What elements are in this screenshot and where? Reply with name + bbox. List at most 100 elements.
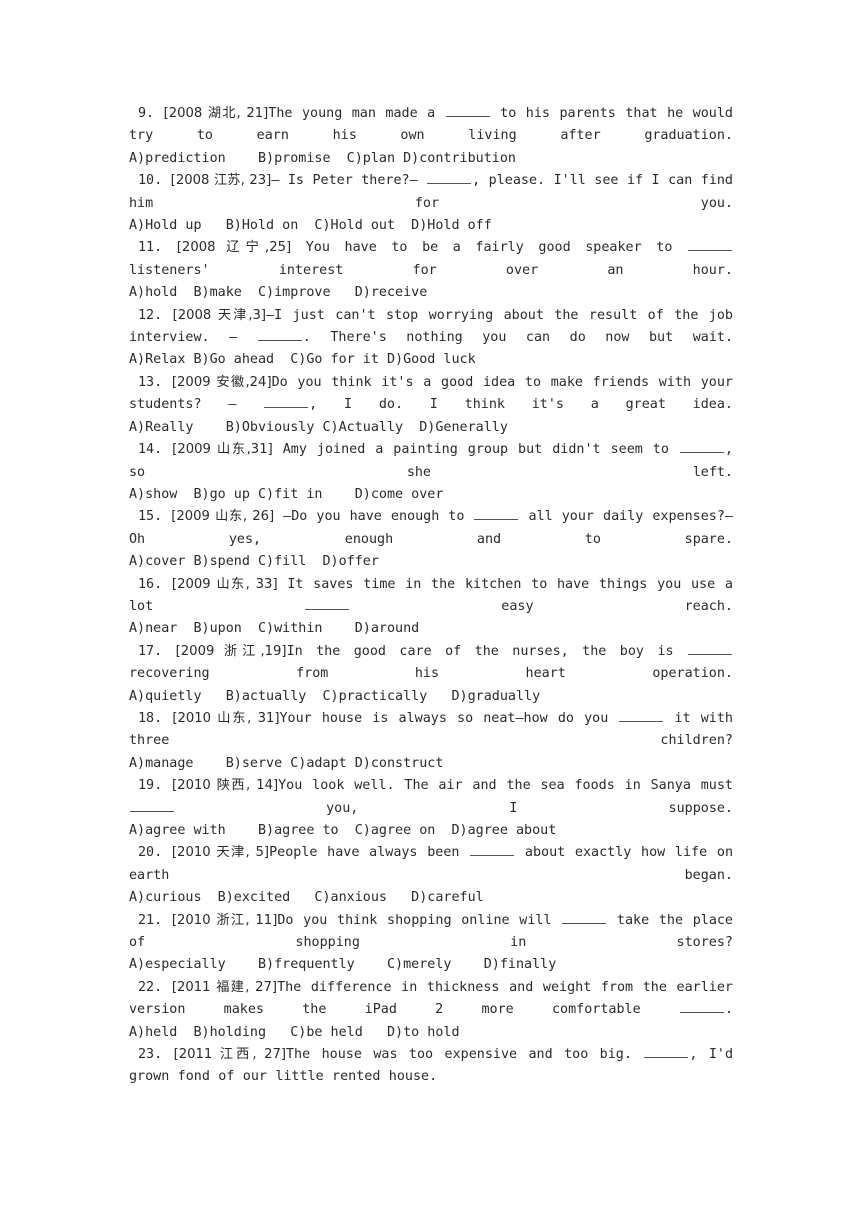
question-item: 20. [2010 天津, 5]People have always been … bbox=[129, 842, 733, 909]
question-number: 9. bbox=[138, 106, 155, 121]
question-stem: 9. [2008 湖北, 21]The young man made a to … bbox=[129, 103, 733, 148]
question-stem: 12. [2008 天津,3]—I just can't stop worryi… bbox=[129, 305, 733, 350]
question-options[interactable]: A)near B)upon C)within D)around bbox=[129, 618, 733, 640]
question-source: [2010 浙江, 11] bbox=[171, 912, 278, 928]
answer-blank[interactable] bbox=[687, 239, 732, 252]
question-stem: 22. [2011 福建, 27]The difference in thick… bbox=[129, 977, 733, 1022]
question-source: [2011 江西, 27] bbox=[173, 1047, 286, 1063]
answer-blank[interactable] bbox=[470, 844, 515, 857]
question-source: [2008 辽宁,25] bbox=[176, 240, 292, 256]
question-item: 12. [2008 天津,3]—I just can't stop worryi… bbox=[129, 305, 733, 372]
question-number: 20. bbox=[138, 845, 163, 861]
question-text-after: listeners' interest for over an hour. bbox=[129, 262, 733, 278]
question-text-after: . bbox=[724, 1002, 733, 1018]
question-item: 22. [2011 福建, 27]The difference in thick… bbox=[129, 977, 733, 1044]
answer-blank[interactable] bbox=[305, 598, 350, 610]
question-number: 22. bbox=[138, 979, 163, 995]
question-stem: 20. [2010 天津, 5]People have always been … bbox=[129, 842, 733, 887]
question-options[interactable]: A)hold B)make C)improve D)receive bbox=[129, 282, 733, 304]
question-number: 23. bbox=[138, 1047, 163, 1063]
question-text-before: — Is Peter there?— bbox=[271, 173, 427, 189]
question-source: [2008 天津,3] bbox=[172, 307, 267, 323]
question-text-before: You have to be a fairly good speaker to bbox=[291, 240, 687, 256]
answer-blank[interactable] bbox=[445, 105, 490, 117]
question-options[interactable]: A)Relax B)Go ahead C)Go for it D)Good lu… bbox=[129, 349, 733, 371]
question-item: 18. [2010 山东, 31]Your house is always so… bbox=[129, 708, 733, 775]
question-text-after: you, I suppose. bbox=[175, 800, 733, 816]
question-options[interactable]: A)prediction B)promise C)plan D)contribu… bbox=[129, 148, 733, 170]
question-number: 14. bbox=[138, 442, 163, 458]
question-text-after: , I do. I think it's a great idea. bbox=[309, 397, 733, 413]
question-stem: 17. [2009 浙江,19]In the good care of the … bbox=[129, 641, 733, 686]
question-source: [2009 山东,31] bbox=[172, 442, 273, 458]
question-number: 18. bbox=[138, 710, 163, 726]
question-item: 9. [2008 湖北, 21]The young man made a to … bbox=[129, 103, 733, 170]
answer-blank[interactable] bbox=[619, 710, 664, 722]
question-options[interactable]: A)Really B)Obviously C)Actually D)Genera… bbox=[129, 417, 733, 439]
question-source: [2008 江苏, 23] bbox=[170, 173, 272, 189]
question-text-before: Your house is always so neat—how do you bbox=[279, 710, 619, 726]
question-text-before: The house was too expensive and too big. bbox=[286, 1047, 644, 1063]
question-text-before: You look well. The air and the sea foods… bbox=[278, 778, 733, 794]
answer-blank[interactable] bbox=[679, 441, 724, 454]
question-number: 12. bbox=[138, 307, 163, 323]
question-options[interactable]: A)agree with B)agree to C)agree on D)agr… bbox=[129, 820, 733, 842]
question-options[interactable]: A)held B)holding C)be held D)to hold bbox=[129, 1022, 733, 1044]
question-item: 23. [2011 江西, 27]The house was too expen… bbox=[129, 1044, 733, 1089]
question-options[interactable]: A)especially B)frequently C)merely D)fin… bbox=[129, 954, 733, 976]
question-text-before: Do you think shopping online will bbox=[277, 912, 562, 928]
question-options[interactable]: A)manage B)serve C)adapt D)construct bbox=[129, 753, 733, 775]
question-stem: 18. [2010 山东, 31]Your house is always so… bbox=[129, 708, 733, 753]
answer-blank[interactable] bbox=[264, 396, 309, 409]
question-number: 15. bbox=[138, 509, 163, 525]
question-number: 11. bbox=[138, 240, 163, 256]
answer-blank[interactable] bbox=[687, 643, 732, 655]
question-item: 17. [2009 浙江,19]In the good care of the … bbox=[129, 641, 733, 708]
question-text-after: easy reach. bbox=[350, 598, 733, 614]
question-source: [2010 陕西, 14] bbox=[172, 778, 279, 794]
question-text-before: —Do you have enough to bbox=[274, 509, 474, 525]
question-source: [2008 湖北, 21] bbox=[163, 106, 269, 121]
question-text-before: People have always been bbox=[269, 845, 470, 861]
question-source: [2009 安徽,24] bbox=[171, 374, 272, 390]
answer-blank[interactable] bbox=[474, 508, 519, 521]
question-source: [2009 山东, 33] bbox=[171, 576, 278, 592]
question-item: 11. [2008 辽宁,25] You have to be a fairly… bbox=[129, 237, 733, 304]
answer-blank[interactable] bbox=[562, 912, 607, 924]
question-options[interactable]: A)show B)go up C)fit in D)come over bbox=[129, 484, 733, 506]
document-page: 9. [2008 湖北, 21]The young man made a to … bbox=[0, 0, 860, 1216]
question-options[interactable]: A)Hold up B)Hold on C)Hold out D)Hold of… bbox=[129, 215, 733, 237]
answer-blank[interactable] bbox=[257, 329, 302, 342]
question-source: [2011 福建, 27] bbox=[171, 979, 278, 995]
question-options[interactable]: A)curious B)excited C)anxious D)careful bbox=[129, 887, 733, 909]
question-stem: 21. [2010 浙江, 11]Do you think shopping o… bbox=[129, 910, 733, 955]
question-number: 21. bbox=[138, 912, 163, 928]
question-text-after: . There's nothing you can do now but wai… bbox=[302, 330, 734, 346]
question-item: 10. [2008 江苏, 23]— Is Peter there?— , pl… bbox=[129, 170, 733, 237]
question-source: [2009 浙江,19] bbox=[175, 643, 287, 659]
question-stem: 10. [2008 江苏, 23]— Is Peter there?— , pl… bbox=[129, 170, 733, 215]
question-item: 15. [2009 山东, 26] —Do you have enough to… bbox=[129, 506, 733, 573]
question-source: [2009 山东, 26] bbox=[171, 509, 275, 525]
question-options[interactable]: A)cover B)spend C)fill D)offer bbox=[129, 551, 733, 573]
question-stem: 14. [2009 山东,31] Amy joined a painting g… bbox=[129, 439, 733, 484]
question-item: 21. [2010 浙江, 11]Do you think shopping o… bbox=[129, 910, 733, 977]
question-stem: 15. [2009 山东, 26] —Do you have enough to… bbox=[129, 506, 733, 551]
question-number: 17. bbox=[138, 643, 163, 659]
answer-blank[interactable] bbox=[679, 1001, 724, 1014]
question-stem: 13. [2009 安徽,24]Do you think it's a good… bbox=[129, 372, 733, 417]
question-options[interactable]: A)quietly B)actually C)practically D)gra… bbox=[129, 686, 733, 708]
question-number: 16. bbox=[138, 576, 163, 592]
question-stem: 11. [2008 辽宁,25] You have to be a fairly… bbox=[129, 237, 733, 282]
question-stem: 16. [2009 山东, 33] It saves time in the k… bbox=[129, 574, 733, 619]
answer-blank[interactable] bbox=[644, 1046, 689, 1059]
question-text-after: recovering from his heart operation. bbox=[129, 666, 733, 682]
question-item: 13. [2009 安徽,24]Do you think it's a good… bbox=[129, 372, 733, 439]
answer-blank[interactable] bbox=[130, 800, 174, 812]
question-item: 14. [2009 山东,31] Amy joined a painting g… bbox=[129, 439, 733, 506]
question-source: [2010 天津, 5] bbox=[171, 845, 270, 861]
answer-blank[interactable] bbox=[427, 172, 472, 185]
question-stem: 23. [2011 江西, 27]The house was too expen… bbox=[129, 1044, 733, 1089]
question-number: 10. bbox=[138, 173, 163, 189]
question-item: 16. [2009 山东, 33] It saves time in the k… bbox=[129, 574, 733, 641]
